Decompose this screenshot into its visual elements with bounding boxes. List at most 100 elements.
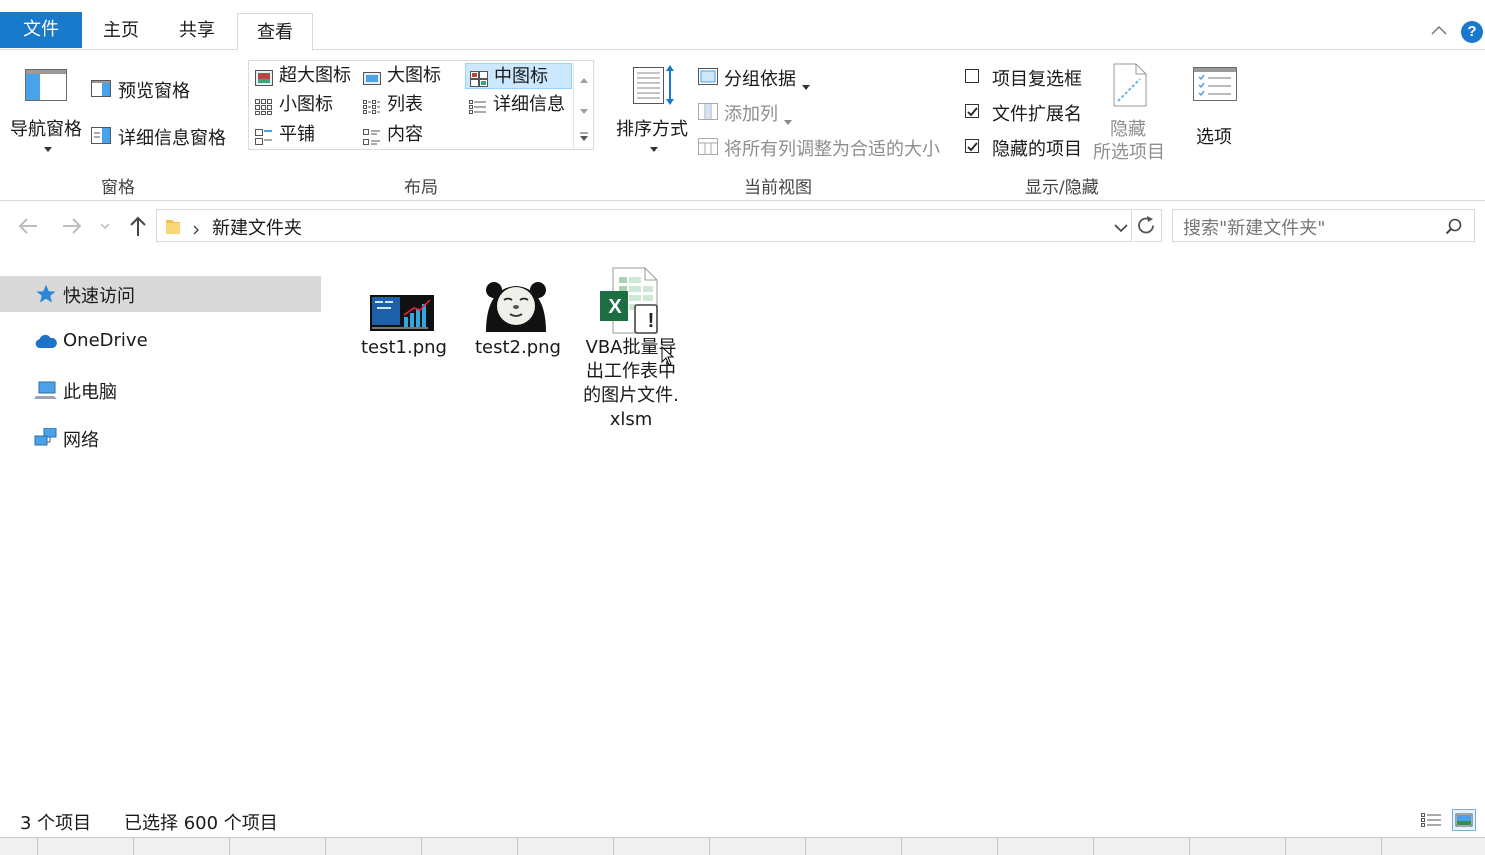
- star-icon: [34, 284, 58, 304]
- status-item-count: 3 个项目: [20, 813, 92, 834]
- strip-divider: [901, 838, 902, 855]
- layout-large-icons[interactable]: 大图标: [359, 63, 463, 89]
- back-button[interactable]: [16, 214, 40, 238]
- strip-divider: [1285, 838, 1286, 855]
- hide-selected-items-button[interactable]: 隐藏 所选项目: [1092, 61, 1168, 163]
- address-bar[interactable]: 新建文件夹: [156, 209, 1132, 242]
- chevron-down-icon: [784, 110, 792, 125]
- breadcrumb-separator-icon[interactable]: [191, 220, 201, 235]
- excel-letter: X: [608, 296, 622, 318]
- layout-small-icons[interactable]: 小图标: [251, 92, 355, 118]
- hidden-items-label: 隐藏的项目: [992, 139, 1082, 160]
- medium-icons-icon: [470, 69, 488, 87]
- help-icon[interactable]: ?: [1461, 21, 1483, 43]
- tab-file[interactable]: 文件: [0, 12, 82, 48]
- search-box[interactable]: 搜索"新建文件夹": [1172, 209, 1475, 242]
- navigation-pane-button[interactable]: 导航窗格: [8, 65, 88, 161]
- chevron-down-icon: [650, 137, 658, 152]
- hidden-items-checkbox[interactable]: [965, 139, 979, 153]
- strip-divider: [1381, 838, 1382, 855]
- search-input[interactable]: 搜索"新建文件夹": [1183, 214, 1326, 240]
- size-all-columns-button[interactable]: 将所有列调整为合适的大小: [696, 133, 946, 161]
- taskbar-strip: [0, 837, 1485, 855]
- group-by-icon: [698, 68, 718, 85]
- size-columns-icon: [698, 138, 718, 155]
- preview-pane-icon: [91, 80, 111, 97]
- add-columns-button[interactable]: 添加列: [696, 98, 806, 126]
- nav-item-quick-access[interactable]: 快速访问: [0, 276, 321, 312]
- chevron-down-icon: [100, 223, 110, 230]
- breadcrumb-current-folder[interactable]: 新建文件夹: [212, 214, 302, 240]
- layout-extra-large-icons[interactable]: 超大图标: [251, 63, 355, 89]
- file-item[interactable]: X ! VBA批量导出工作表中的图片文件.xlsm: [583, 266, 679, 436]
- add-columns-icon: [698, 103, 718, 120]
- checkmark-icon: [967, 142, 978, 152]
- strip-divider: [517, 838, 518, 855]
- layout-content[interactable]: 内容: [359, 122, 463, 148]
- group-label-show-hide: 显示/隐藏: [1025, 178, 1099, 198]
- details-pane-button[interactable]: 详细信息窗格: [90, 122, 240, 150]
- layout-list[interactable]: 列表: [359, 92, 463, 118]
- layout-tiles[interactable]: 平铺: [251, 122, 355, 148]
- strip-divider: [37, 838, 38, 855]
- address-history-dropdown[interactable]: [1113, 219, 1129, 233]
- strip-divider: [421, 838, 422, 855]
- gallery-scroll-down-icon[interactable]: [579, 99, 589, 114]
- strip-divider: [1189, 838, 1190, 855]
- navigation-pane-icon: [25, 69, 67, 101]
- nav-item-onedrive[interactable]: OneDrive: [0, 324, 321, 360]
- strip-divider: [133, 838, 134, 855]
- gallery-scroll-up-icon[interactable]: [579, 69, 589, 83]
- file-extensions-label: 文件扩展名: [992, 104, 1082, 125]
- layout-medium-icons[interactable]: 中图标: [465, 63, 572, 89]
- item-checkboxes-checkbox[interactable]: [965, 69, 979, 83]
- tiles-icon: [255, 127, 273, 145]
- mouse-cursor-icon: [661, 345, 675, 366]
- recent-locations-button[interactable]: [98, 214, 112, 238]
- preview-pane-label: 预览窗格: [118, 81, 190, 102]
- extra-large-icons-icon: [255, 68, 273, 86]
- image-thumbnail: [370, 295, 434, 331]
- nav-item-this-pc[interactable]: 此电脑: [0, 372, 321, 408]
- preview-pane-button[interactable]: 预览窗格: [90, 75, 220, 103]
- hidden-items-option[interactable]: 隐藏的项目: [962, 133, 1092, 161]
- hide-selected-icon: [1112, 63, 1148, 107]
- chevron-down-icon: [802, 75, 810, 90]
- arrow-left-icon: [18, 218, 37, 234]
- checkmark-icon: [967, 107, 978, 117]
- strip-divider: [229, 838, 230, 855]
- item-checkboxes-option[interactable]: 项目复选框: [962, 63, 1092, 91]
- file-extensions-checkbox[interactable]: [965, 104, 979, 118]
- options-button[interactable]: 选项: [1186, 61, 1246, 148]
- large-icons-view-toggle-icon[interactable]: [1452, 809, 1476, 831]
- tab-home[interactable]: 主页: [90, 12, 152, 50]
- tab-share[interactable]: 共享: [162, 12, 232, 50]
- file-item[interactable]: test1.png: [356, 280, 452, 370]
- group-label-layout: 布局: [404, 178, 438, 198]
- search-icon[interactable]: [1445, 218, 1463, 236]
- computer-icon: [34, 380, 58, 400]
- up-button[interactable]: [126, 214, 150, 238]
- details-view-toggle-icon[interactable]: [1420, 811, 1442, 829]
- cloud-icon: [34, 332, 58, 352]
- refresh-button[interactable]: [1134, 209, 1162, 242]
- sort-by-button[interactable]: 排序方式: [612, 61, 692, 161]
- file-extensions-option[interactable]: 文件扩展名: [962, 98, 1092, 126]
- network-icon: [34, 427, 58, 448]
- gallery-expand-icon[interactable]: [579, 127, 589, 141]
- group-by-button[interactable]: 分组依据: [696, 63, 816, 91]
- strip-divider: [325, 838, 326, 855]
- layout-details[interactable]: 详细信息: [465, 92, 572, 118]
- forward-button[interactable]: [60, 214, 84, 238]
- nav-item-network[interactable]: 网络: [0, 420, 321, 456]
- gallery-scroll: [573, 61, 594, 149]
- collapse-ribbon-icon[interactable]: [1428, 20, 1450, 42]
- folder-icon: [165, 217, 181, 235]
- file-name: test1.png: [360, 337, 447, 358]
- strip-divider: [805, 838, 806, 855]
- list-icon: [363, 97, 381, 114]
- tab-view[interactable]: 查看: [237, 13, 313, 51]
- file-item[interactable]: test2.png: [470, 280, 566, 370]
- add-columns-label: 添加列: [724, 104, 778, 125]
- options-label: 选项: [1196, 127, 1232, 148]
